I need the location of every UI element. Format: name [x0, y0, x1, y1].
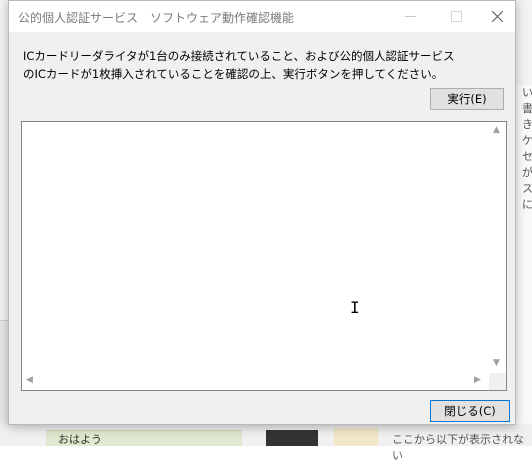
- vertical-scrollbar[interactable]: ▲ ▼: [489, 122, 506, 374]
- close-button[interactable]: 閉じる(C): [430, 400, 510, 422]
- scroll-right-icon[interactable]: ▶: [474, 375, 481, 385]
- close-icon: [491, 11, 503, 22]
- background-app-right: い 書 き ケ セ が ス に: [516, 85, 532, 446]
- scroll-up-icon[interactable]: ▲: [493, 125, 500, 135]
- background-app-left: [0, 320, 8, 425]
- bg-glyph: が: [522, 166, 532, 179]
- bg-glyph: ケ: [522, 134, 532, 147]
- instruction-line-2: のICカードが1枚挿入されていることを確認の上、実行ボタンを押してください。: [23, 67, 444, 81]
- bg-glyph: き: [522, 118, 532, 131]
- instruction-line-1: ICカードリーダライタが1台のみ接続されていること、および公的個人認証サービス: [23, 49, 455, 63]
- bg-glyph: 書: [522, 102, 532, 115]
- scrollbar-corner: [489, 373, 506, 390]
- dialog-window: 公的個人認証サービス ソフトウェア動作確認機能 ICカードリーダライタが1台のみ…: [8, 0, 516, 425]
- bg-glyph: に: [522, 198, 532, 211]
- execute-button[interactable]: 実行(E): [430, 88, 504, 110]
- bg-greeting-box: おはよう: [46, 430, 242, 446]
- maximize-icon: [450, 11, 462, 22]
- scroll-down-icon[interactable]: ▼: [493, 358, 500, 368]
- minimize-button[interactable]: [387, 1, 433, 32]
- window-title: 公的個人認証サービス ソフトウェア動作確認機能: [18, 11, 295, 25]
- scroll-left-icon[interactable]: ◀: [26, 375, 33, 385]
- bg-text: ここから以下が表示されない: [392, 433, 524, 462]
- background-app-bottom: おはよう ここから以下が表示されない: [0, 424, 532, 462]
- bg-glyph: い: [522, 86, 532, 99]
- bg-glyph: ス: [522, 182, 532, 195]
- bg-owl-image: [334, 428, 378, 446]
- text-cursor-icon: I: [350, 298, 360, 317]
- maximize-button[interactable]: [433, 1, 479, 32]
- bg-dark-thumbnail: [266, 430, 318, 446]
- minimize-icon: [404, 16, 416, 17]
- title-bar[interactable]: 公的個人認証サービス ソフトウェア動作確認機能: [9, 1, 515, 32]
- horizontal-scrollbar[interactable]: ◀ ▶: [22, 373, 489, 390]
- bg-glyph: セ: [522, 150, 532, 163]
- output-textarea[interactable]: ▲ ▼ ◀ ▶ I: [21, 121, 507, 391]
- instruction-message: ICカードリーダライタが1台のみ接続されていること、および公的個人認証サービス …: [23, 47, 454, 83]
- close-window-button[interactable]: [479, 1, 515, 32]
